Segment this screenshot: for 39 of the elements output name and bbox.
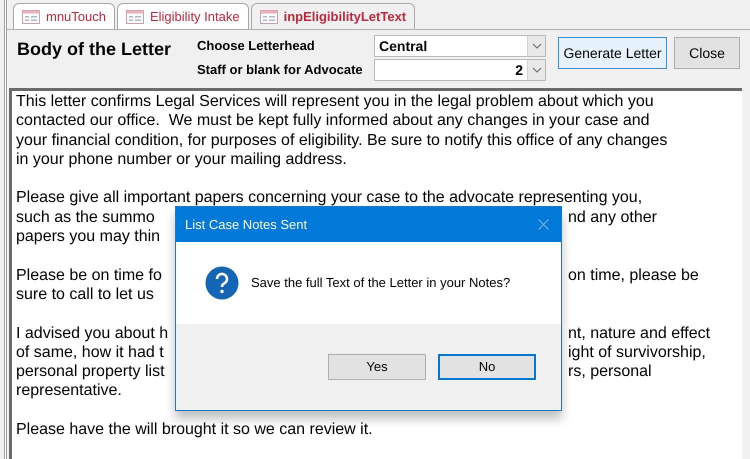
form-icon: [22, 10, 40, 24]
letter-text-line: of same, how it had t: [16, 344, 164, 361]
form-button[interactable]: Close: [674, 37, 740, 69]
letter-text-line: Please have the will brought it so we can review it.: [16, 421, 373, 438]
letter-text-line: personal property list: [16, 363, 165, 380]
letter-text-line: This letter confirms Legal Services will represent you in the legal problem about which you: [16, 93, 654, 110]
letter-text-line: Please be on time fo: [16, 266, 162, 284]
letter-text-line: contacted our office. We must be kept fully informed about any changes in your case and: [16, 112, 650, 130]
chevron-down-icon: [532, 67, 542, 73]
dropdown-field[interactable]: 2: [374, 59, 546, 81]
letter-text-line: on time, please be: [568, 266, 699, 285]
letter-text-line: in your phone number or your mailing address.: [16, 150, 347, 168]
letter-text-line: ight of survivorship,: [568, 342, 706, 362]
form-tab[interactable]: mnuTouch: [13, 3, 115, 29]
letter-text-line: your financial condition, for purposes of eligibility. Be sure to notify this office of any changes: [16, 132, 668, 149]
letter-text-line: such as the summo: [16, 208, 155, 226]
letter-text-line: rs, personal: [568, 362, 652, 382]
form-button[interactable]: Generate Letter: [558, 37, 667, 69]
chevron-down-icon: [532, 43, 542, 49]
dropdown-field[interactable]: Central: [374, 35, 546, 57]
form-icon: [126, 10, 144, 24]
letter-text-line: I advised you about h: [16, 324, 168, 342]
letter-text-line: Please give all important papers concerning your case to the advocate representing you,: [16, 189, 642, 206]
dialog-button[interactable]: Yes: [328, 354, 426, 380]
letter-text-line: papers you may thin: [16, 228, 160, 246]
letterhead-label: Choose Letterhead: [197, 37, 316, 56]
letter-text-line: nd any other: [568, 208, 657, 228]
form-tab[interactable]: Eligibility Intake: [116, 3, 249, 29]
dialog-title: List Case Notes Sent: [185, 216, 308, 234]
question-icon: [205, 266, 239, 300]
form-icon: [260, 10, 278, 24]
dialog-button[interactable]: No: [438, 354, 536, 380]
form-title: Body of the Letter: [17, 38, 172, 61]
staff-label: Staff or blank for Advocate: [197, 61, 364, 80]
letter-text-line: nt, nature and effect: [568, 324, 710, 343]
letter-text-line: representative.: [16, 382, 122, 400]
letter-text-line: sure to call to let us: [16, 286, 154, 303]
form-tab[interactable]: inpEligibilityLetText: [250, 3, 416, 29]
dialog-message: Save the full Text of the Letter in your Notes?: [251, 274, 510, 292]
